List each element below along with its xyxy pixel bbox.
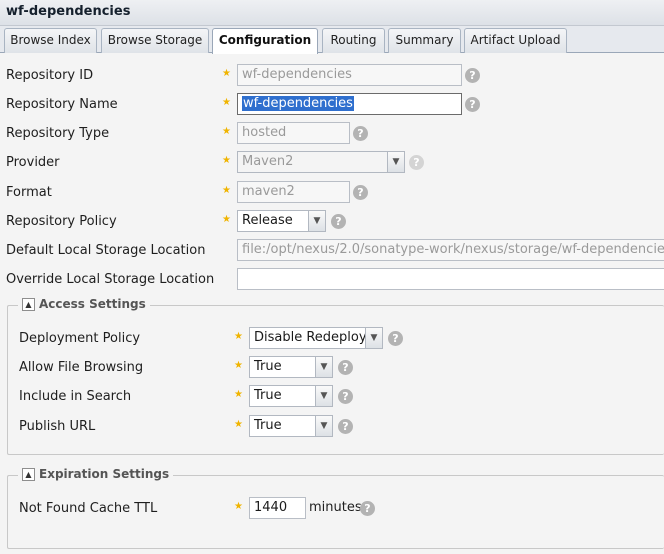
- deployment-policy-value: Disable Redeploy: [254, 330, 367, 345]
- not-found-cache-ttl-input[interactable]: 1440: [249, 497, 306, 519]
- star-icon: ★: [222, 68, 231, 79]
- selected-text: wf-dependencies: [242, 96, 354, 111]
- publish-url-select[interactable]: True ▼: [249, 415, 333, 437]
- repository-name-label: Repository Name: [6, 97, 118, 112]
- deployment-policy-label: Deployment Policy: [19, 331, 141, 346]
- not-found-cache-ttl-label: Not Found Cache TTL: [19, 501, 158, 516]
- deployment-policy-select[interactable]: Disable Redeploy ▼: [249, 327, 383, 349]
- tab-bar: Browse Index Browse Storage Configuratio…: [0, 26, 664, 54]
- chevron-down-icon[interactable]: ▼: [315, 416, 332, 436]
- chevron-down-icon[interactable]: ▼: [315, 357, 332, 377]
- include-in-search-label: Include in Search: [19, 389, 132, 404]
- help-icon[interactable]: ?: [353, 126, 368, 141]
- configuration-panel: Repository ID ★ wf-dependencies ? Reposi…: [0, 54, 664, 554]
- star-icon: ★: [234, 501, 243, 512]
- help-icon[interactable]: ?: [338, 419, 353, 434]
- allow-file-browsing-label: Allow File Browsing: [19, 360, 144, 375]
- help-icon[interactable]: ?: [353, 185, 368, 200]
- include-in-search-value: True: [254, 388, 282, 403]
- help-icon[interactable]: ?: [465, 97, 480, 112]
- help-icon[interactable]: ?: [360, 501, 375, 516]
- collapse-icon[interactable]: ▲: [22, 298, 35, 311]
- star-icon: ★: [222, 97, 231, 108]
- tab-configuration[interactable]: Configuration: [212, 28, 318, 54]
- help-icon[interactable]: ?: [338, 389, 353, 404]
- help-icon[interactable]: ?: [331, 214, 346, 229]
- help-icon[interactable]: ?: [409, 155, 424, 170]
- repository-type-label: Repository Type: [6, 126, 110, 141]
- repository-type-field: hosted: [237, 122, 350, 144]
- star-icon: ★: [222, 214, 231, 225]
- help-icon[interactable]: ?: [338, 360, 353, 375]
- collapse-icon[interactable]: ▲: [22, 468, 35, 481]
- star-icon: ★: [234, 360, 243, 371]
- expiration-settings-title: Expiration Settings: [39, 467, 170, 481]
- minutes-unit-label: minutes: [309, 500, 362, 515]
- star-icon: ★: [234, 331, 243, 342]
- star-icon: ★: [222, 155, 231, 166]
- repository-policy-label: Repository Policy: [6, 214, 117, 229]
- repository-id-label: Repository ID: [6, 68, 94, 83]
- expiration-settings-legend: ▲ Expiration Settings: [18, 467, 174, 481]
- help-icon[interactable]: ?: [465, 68, 480, 83]
- provider-select: Maven2 ▼: [237, 151, 405, 173]
- default-storage-label: Default Local Storage Location: [6, 243, 206, 258]
- tab-browse-index[interactable]: Browse Index: [4, 28, 97, 53]
- override-storage-input[interactable]: [237, 268, 664, 290]
- chevron-down-icon[interactable]: ▼: [365, 328, 382, 348]
- repository-policy-select[interactable]: Release ▼: [237, 210, 326, 232]
- tab-routing[interactable]: Routing: [322, 28, 385, 53]
- provider-value: Maven2: [242, 154, 294, 169]
- star-icon: ★: [222, 185, 231, 196]
- default-storage-field: file:/opt/nexus/2.0/sonatype-work/nexus/…: [237, 239, 664, 261]
- tab-artifact-upload[interactable]: Artifact Upload: [464, 28, 567, 53]
- chevron-down-icon: ▼: [387, 152, 404, 172]
- window-title: wf-dependencies: [0, 0, 664, 26]
- tab-browse-storage[interactable]: Browse Storage: [101, 28, 209, 53]
- override-storage-label: Override Local Storage Location: [6, 272, 215, 287]
- tab-summary[interactable]: Summary: [388, 28, 461, 53]
- star-icon: ★: [234, 419, 243, 430]
- help-icon[interactable]: ?: [388, 331, 403, 346]
- allow-file-browsing-select[interactable]: True ▼: [249, 356, 333, 378]
- publish-url-value: True: [254, 418, 282, 433]
- star-icon: ★: [234, 389, 243, 400]
- format-field: maven2: [237, 181, 350, 203]
- access-settings-title: Access Settings: [39, 297, 146, 311]
- allow-file-browsing-value: True: [254, 359, 282, 374]
- include-in-search-select[interactable]: True ▼: [249, 385, 333, 407]
- access-settings-legend: ▲ Access Settings: [18, 297, 150, 311]
- repository-id-field: wf-dependencies: [237, 64, 462, 86]
- chevron-down-icon[interactable]: ▼: [315, 386, 332, 406]
- repository-policy-value: Release: [242, 213, 293, 228]
- chevron-down-icon[interactable]: ▼: [308, 211, 325, 231]
- provider-label: Provider: [6, 155, 60, 170]
- star-icon: ★: [222, 126, 231, 137]
- format-label: Format: [6, 185, 52, 200]
- publish-url-label: Publish URL: [19, 419, 96, 434]
- repository-name-field[interactable]: wf-dependencies: [237, 93, 462, 115]
